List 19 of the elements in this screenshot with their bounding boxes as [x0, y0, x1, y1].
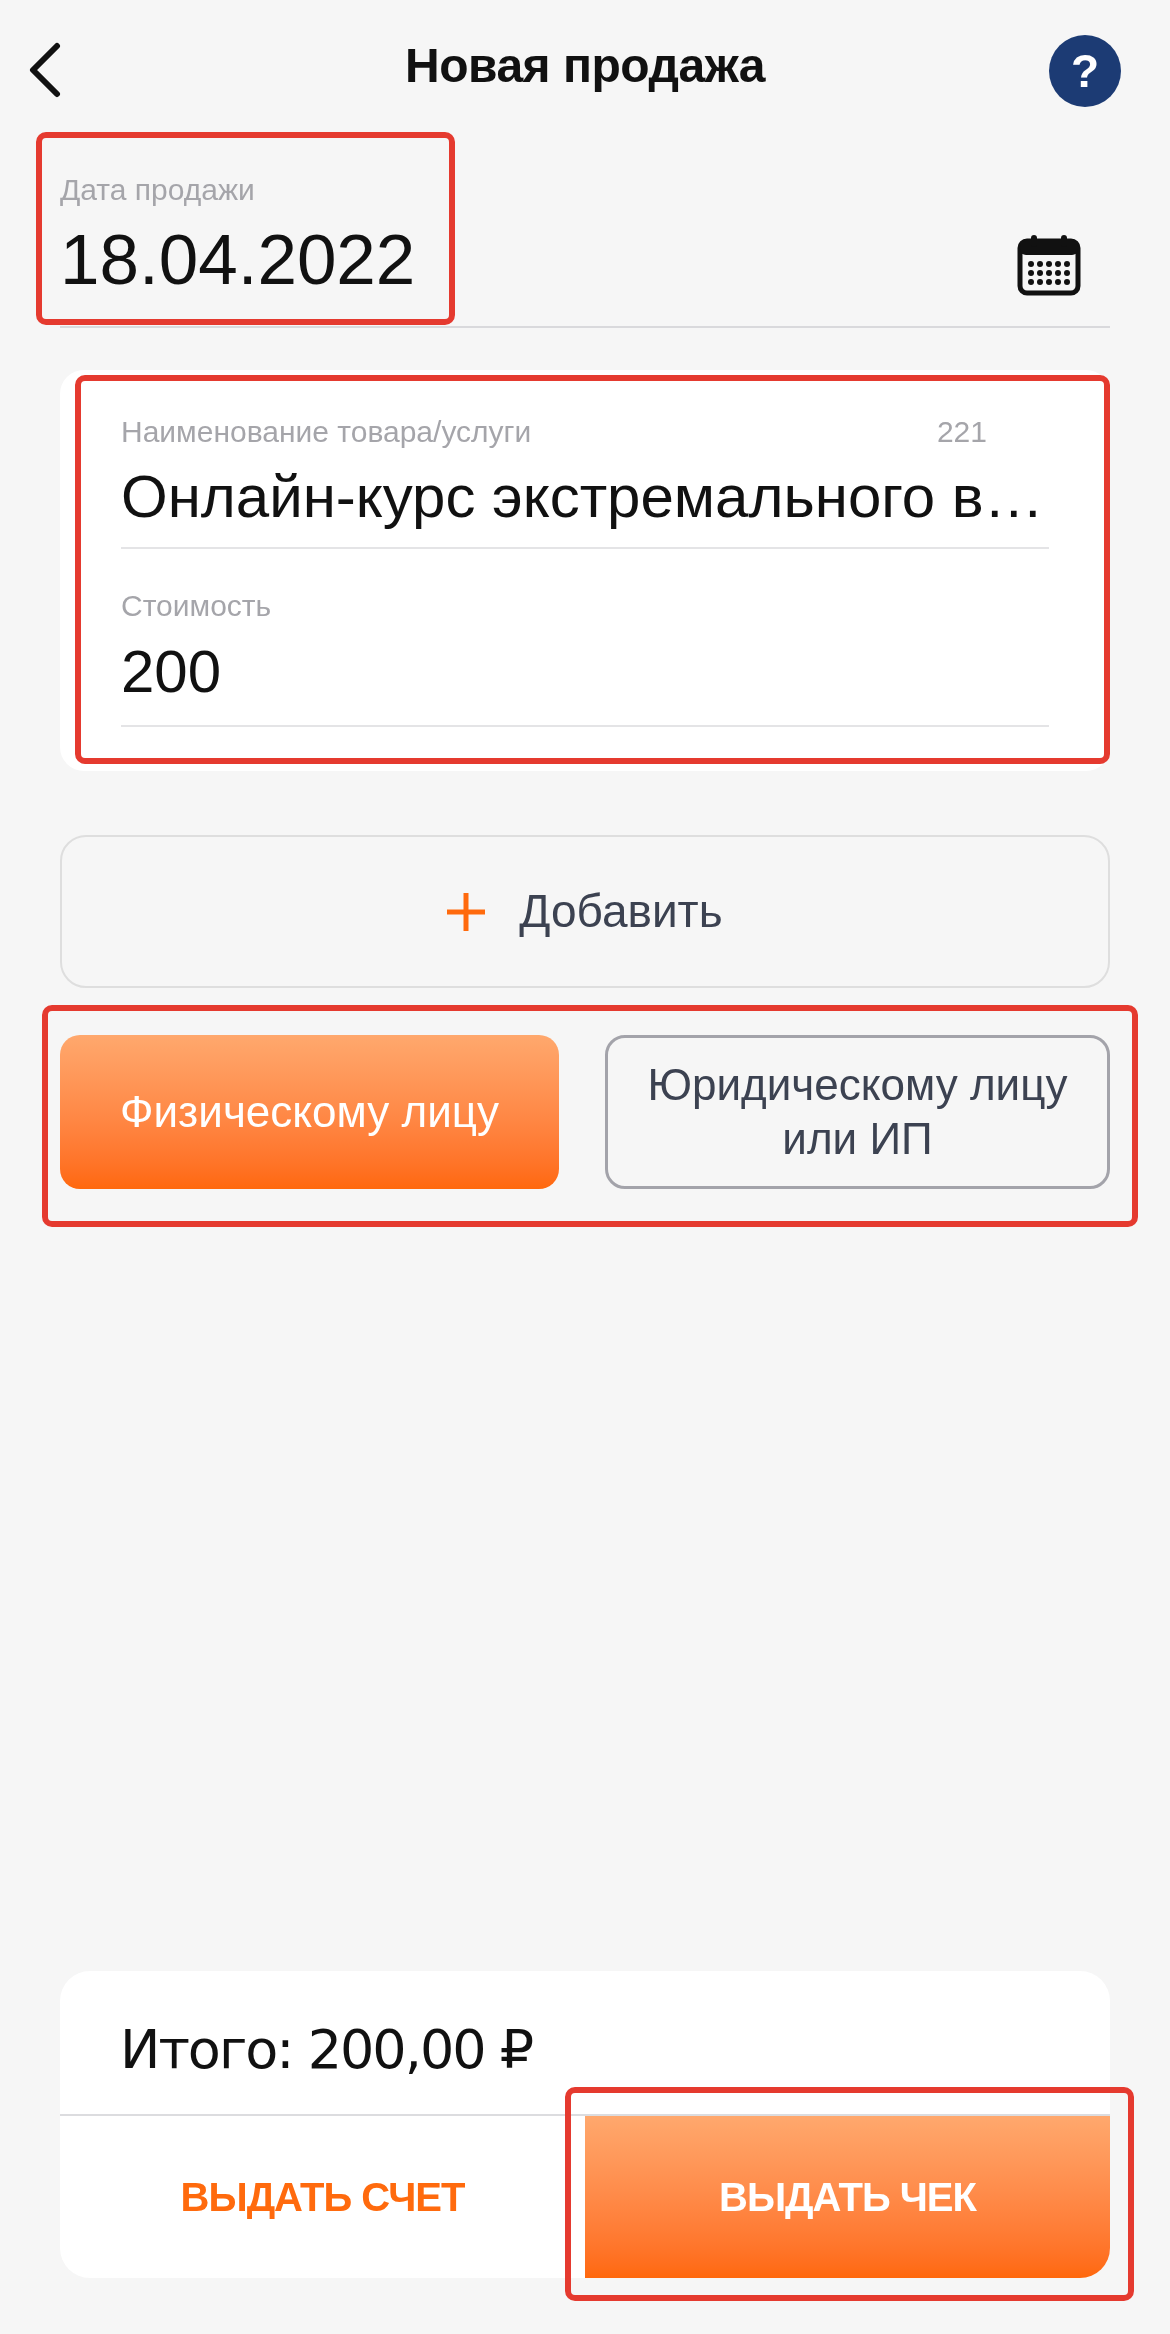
calendar-icon[interactable]: [1017, 234, 1081, 296]
add-button[interactable]: Добавить: [60, 835, 1110, 988]
price-field[interactable]: Стоимость 200: [121, 588, 1049, 727]
price-label: Стоимость: [121, 588, 272, 624]
character-counter: 221: [936, 414, 987, 450]
help-button[interactable]: ?: [1049, 35, 1121, 107]
total-amount: Итого: 200,00 ₽: [120, 2017, 533, 2082]
plus-icon: [447, 892, 486, 931]
item-name-label: Наименование товара/услуги: [121, 414, 532, 450]
item-name-value: Онлайн-курс экстремального в…: [121, 463, 1044, 531]
back-icon: [27, 42, 63, 98]
date-label: Дата продажи: [60, 172, 256, 208]
item-name-field[interactable]: Наименование товара/услуги 221 Онлайн-курс экстремального в…: [121, 414, 1049, 549]
page-title: Новая продажа: [405, 38, 765, 94]
customer-type-tab[interactable]: Юридическому лицу или ИП: [605, 1035, 1110, 1189]
date-value: 18.04.2022: [60, 220, 416, 300]
date-field[interactable]: Дата продажи 18.04.2022: [60, 132, 1110, 328]
price-value: 200: [121, 638, 222, 706]
back-button[interactable]: [27, 42, 63, 98]
